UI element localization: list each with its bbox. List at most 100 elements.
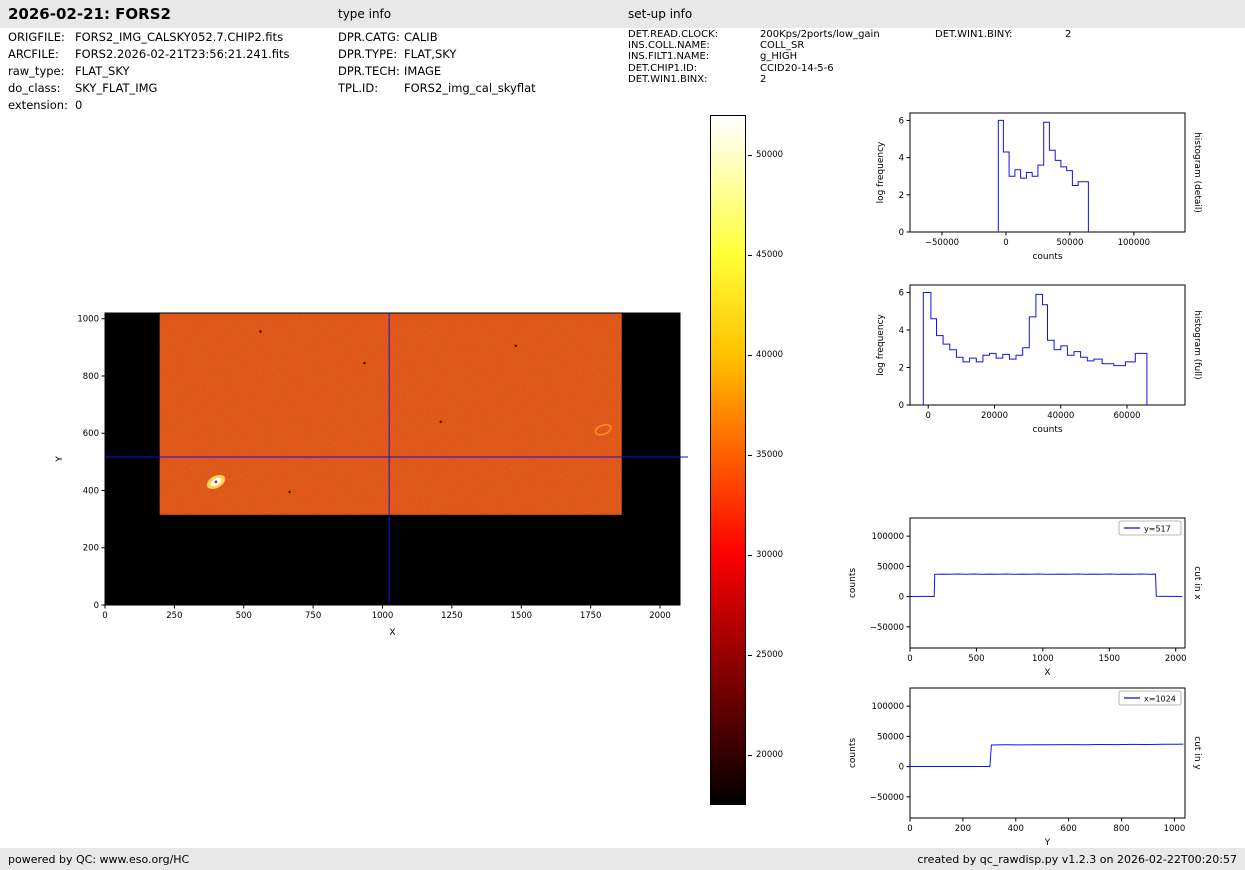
meta-label: do_class: [8,81,61,95]
colorbar-tick [748,255,752,256]
x-tick-label: 1000 [372,611,394,621]
x-tick-label: 1250 [441,611,463,621]
meta-row-tpl-id: TPL.ID: FORS2_img_cal_skyflat [338,80,536,97]
meta-value: 2 [1065,29,1072,40]
meta-value: g_HIGH [760,51,798,63]
x-axis-label: counts [1032,425,1062,435]
colorbar-tick-label: 30000 [756,550,784,560]
y-tick-label: 0 [899,228,904,238]
meta-row-coll-name: INS.COLL.NAME: COLL_SR [628,40,880,51]
setup-info-block: DET.READ.CLOCK: 200Kps/2ports/low_gain I… [628,29,880,85]
y-tick-label: 4 [899,326,904,336]
meta-value: FLAT,SKY [404,47,457,61]
x-tick-label: 1500 [1098,654,1120,664]
colorbar-tick-label: 45000 [756,250,784,260]
meta-label: DPR.TYPE: [338,47,398,61]
x-tick-label: 1500 [510,611,532,621]
meta-row-win1-binx: DET.WIN1.BINX: 2 [628,74,880,85]
y-tick-label: 0 [899,763,904,773]
meta-label: TPL.ID: [338,81,379,95]
meta-row-raw-type: raw_type: FLAT_SKY [8,63,289,80]
y-tick-label: 0 [899,401,904,411]
file-info-block: ORIGFILE: FORS2_IMG_CALSKY052.7.CHIP2.fi… [8,29,289,114]
x-tick-label: 0 [1003,238,1008,248]
status-bar: powered by QC: www.eso.org/HC created by… [0,848,1245,870]
x-tick-label: 60000 [1113,411,1140,421]
meta-value: FORS2.2026-02-21T23:56:21.241.fits [75,47,290,61]
footer-left-text: powered by QC: www.eso.org/HC [8,852,190,866]
y-tick-label: −50000 [870,623,904,633]
legend-label: x=1024 [1144,695,1176,704]
x-tick-label: 20000 [981,411,1008,421]
x-tick-label: 0 [907,654,912,664]
meta-label: DET.CHIP1.ID: [628,62,698,74]
setup-info-block-2: DET.WIN1.BINY: 2 [935,29,1071,40]
colorbar-tick [748,655,752,656]
x-tick-label: −50000 [925,238,959,248]
right-axis-label: histogram (detail) [1192,132,1202,213]
raw-image-plot: 0 250 500 750 1000 1250 1500 1750 2000 0 200 400 600… [55,312,688,638]
y-tick-label: 100000 [872,532,904,542]
x-tick-label: 1750 [580,611,602,621]
cut-in-x-chart: 0 500 1000 1500 2000−50000050000100000Xcount… [848,517,1202,678]
meta-row-dpr-type: DPR.TYPE: FLAT,SKY [338,46,536,63]
meta-row-filt1-name: INS.FILT1.NAME: g_HIGH [628,51,880,62]
dark-speck [363,361,366,365]
colorbar-tick-label: 20000 [756,750,784,760]
y-tick-label: 200 [83,544,99,554]
colorbar-tick [748,355,752,356]
meta-label: ORIGFILE: [8,30,65,44]
y-axis-label: counts [848,738,858,768]
meta-value: 2 [760,73,767,85]
meta-row-origfile: ORIGFILE: FORS2_IMG_CALSKY052.7.CHIP2.fi… [8,29,289,46]
x-tick-label: 600 [1061,824,1077,834]
meta-label: raw_type: [8,64,65,78]
x-tick-label: 2000 [649,611,671,621]
y-axis-label: Y [55,456,65,463]
page-title: 2026-02-21: FORS2 [8,5,171,23]
right-axis-label: cut in y [1192,736,1202,770]
cut-in-y-chart: 0 200 400 600 800 1000 −50000 0 50000 100000 Ycoun… [848,687,1202,848]
dark-speck [288,490,291,494]
meta-label: DPR.TECH: [338,64,400,78]
x-tick-label: 200 [955,824,971,834]
colorbar-gradient [710,115,746,805]
x-axis-label: X [389,628,395,638]
saturated-star-center [214,480,218,484]
meta-value: FORS2_IMG_CALSKY052.7.CHIP2.fits [75,30,284,44]
dark-speck [514,344,517,348]
colorbar-tick [748,455,752,456]
y-axis-label: log frequency [876,313,886,375]
y-tick-label: 0 [94,601,99,611]
meta-label: DPR.CATG: [338,30,400,44]
meta-value: FORS2_img_cal_skyflat [404,81,536,95]
x-tick-label: 750 [305,611,321,621]
x-axis-label: Y [1044,838,1051,848]
y-axis-label: log frequency [876,141,886,203]
qc-report-page: 2026-02-21: FORS2 type info set-up info … [0,0,1245,870]
meta-value: IMAGE [404,64,442,78]
dark-speck [259,330,262,333]
y-tick-label: 4 [899,154,904,164]
meta-row-chip1-id: DET.CHIP1.ID: CCID20-14-5-6 [628,63,880,74]
x-tick-label: 500 [968,654,984,664]
y-tick-label: 600 [83,429,99,439]
meta-row-arcfile: ARCFILE: FORS2.2026-02-21T23:56:21.241.f… [8,46,289,63]
setup-info-heading: set-up info [628,7,693,21]
type-info-heading: type info [338,7,392,21]
colorbar-tick-label: 50000 [756,150,784,160]
x-tick-label: 50000 [1056,238,1083,248]
y-tick-label: 6 [899,116,904,126]
colorbar-tick [748,155,752,156]
histogram-detail-chart: −50000 0 50000 100000 0 2 4 6 counts log frequenc… [876,112,1202,262]
meta-label: INS.FILT1.NAME: [628,51,710,63]
meta-row-dpr-catg: DPR.CATG: CALIB [338,29,536,46]
meta-label: extension: [8,98,68,112]
colorbar-tick [748,755,752,756]
meta-row-extension: extension: 0 [8,97,289,114]
colorbar-tick [748,555,752,556]
x-tick-label: 800 [1113,824,1129,834]
meta-value: FLAT_SKY [75,64,130,78]
meta-value: 200Kps/2ports/low_gain [760,29,880,40]
meta-label: ARCFILE: [8,47,59,61]
